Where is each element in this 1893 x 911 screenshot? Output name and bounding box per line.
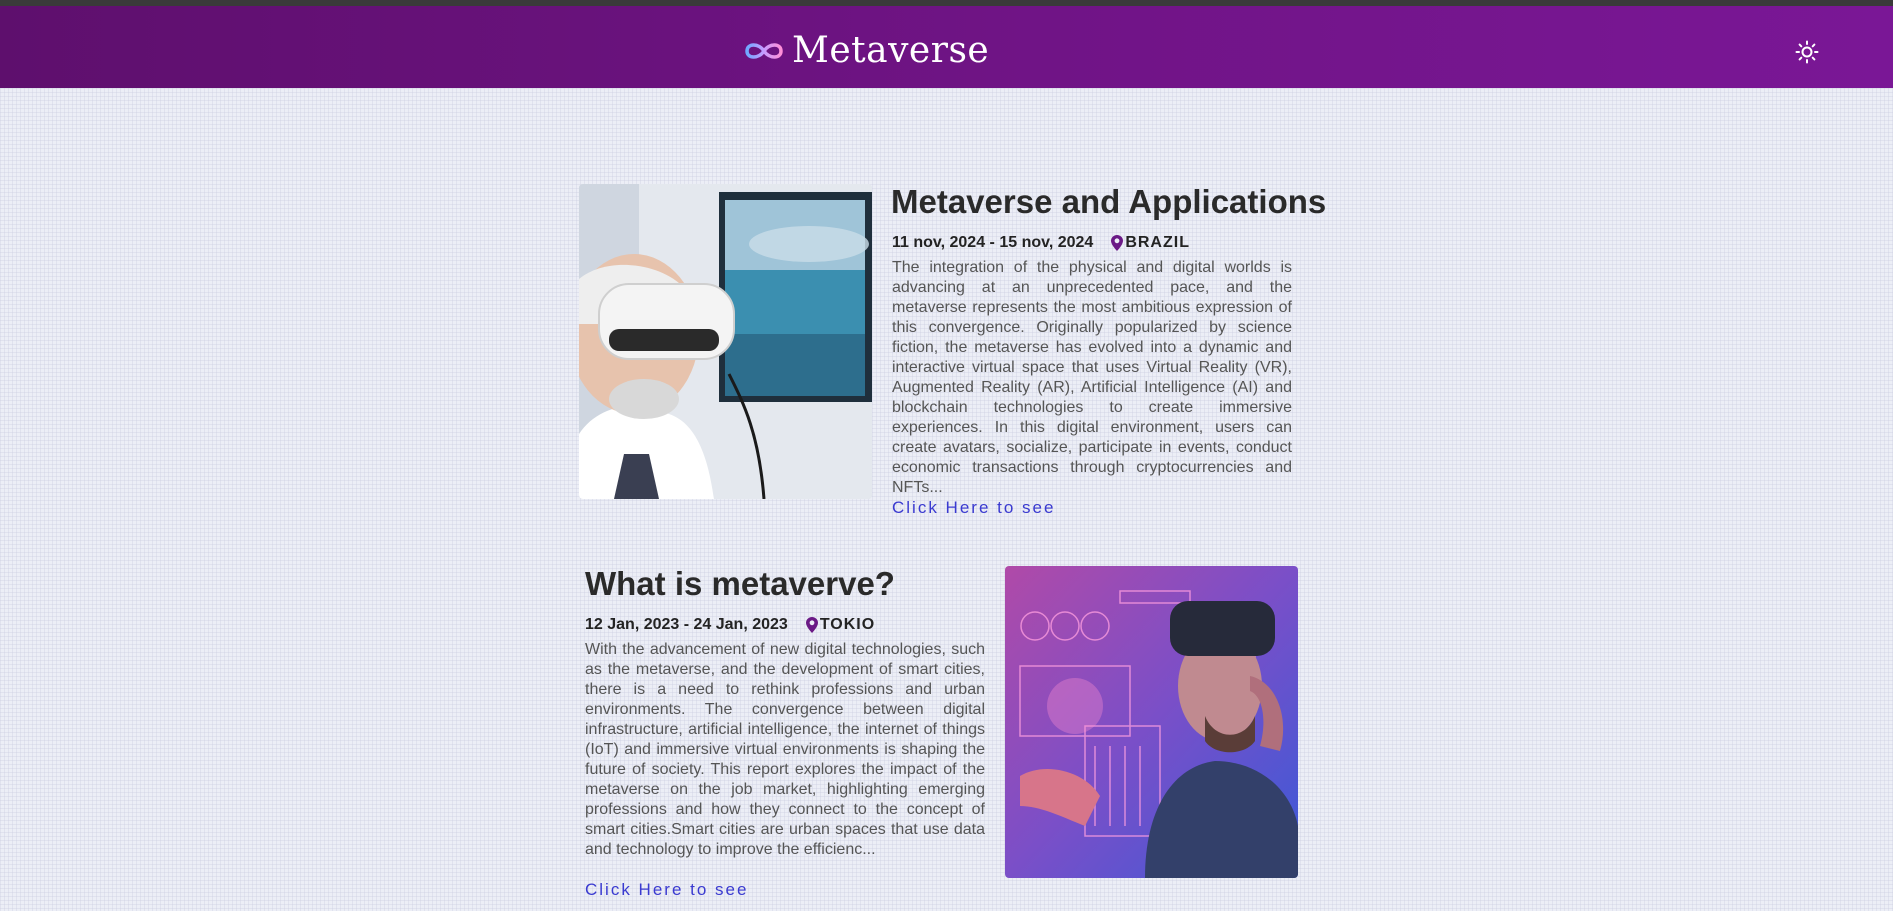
event-location: TOKIO — [819, 616, 876, 633]
event-dates: 11 nov, 2024 - 15 nov, 2024 — [892, 234, 1094, 251]
brand-logo[interactable]: Metaverse — [742, 28, 989, 74]
futuristic-vr-interface-photo — [1005, 566, 1298, 878]
site-header: Metaverse — [0, 6, 1893, 88]
infinity-icon — [745, 43, 783, 59]
event-title[interactable]: What is metaverve? — [585, 565, 895, 603]
event-location: BRAZIL — [1125, 234, 1190, 251]
brand-name: Metaverse — [792, 30, 990, 71]
event-image[interactable] — [579, 184, 872, 499]
map-pin-icon — [1111, 235, 1124, 251]
map-pin-icon — [805, 617, 818, 633]
sun-icon — [1795, 40, 1819, 64]
theme-toggle-button[interactable] — [1793, 38, 1821, 66]
event-details-link[interactable]: Click Here to see — [892, 498, 1055, 518]
event-image[interactable] — [1005, 566, 1298, 878]
event-meta: 12 Jan, 2023 - 24 Jan, 2023 TOKIO — [585, 616, 875, 634]
event-description: The integration of the physical and digi… — [892, 259, 1292, 496]
man-with-vr-headset-photo — [579, 184, 872, 499]
event-title[interactable]: Metaverse and Applications — [891, 183, 1326, 221]
event-description: With the advancement of new digital tech… — [585, 641, 985, 858]
event-dates: 12 Jan, 2023 - 24 Jan, 2023 — [585, 616, 788, 633]
event-details-link[interactable]: Click Here to see — [585, 880, 748, 900]
event-meta: 11 nov, 2024 - 15 nov, 2024 BRAZIL — [892, 234, 1190, 252]
